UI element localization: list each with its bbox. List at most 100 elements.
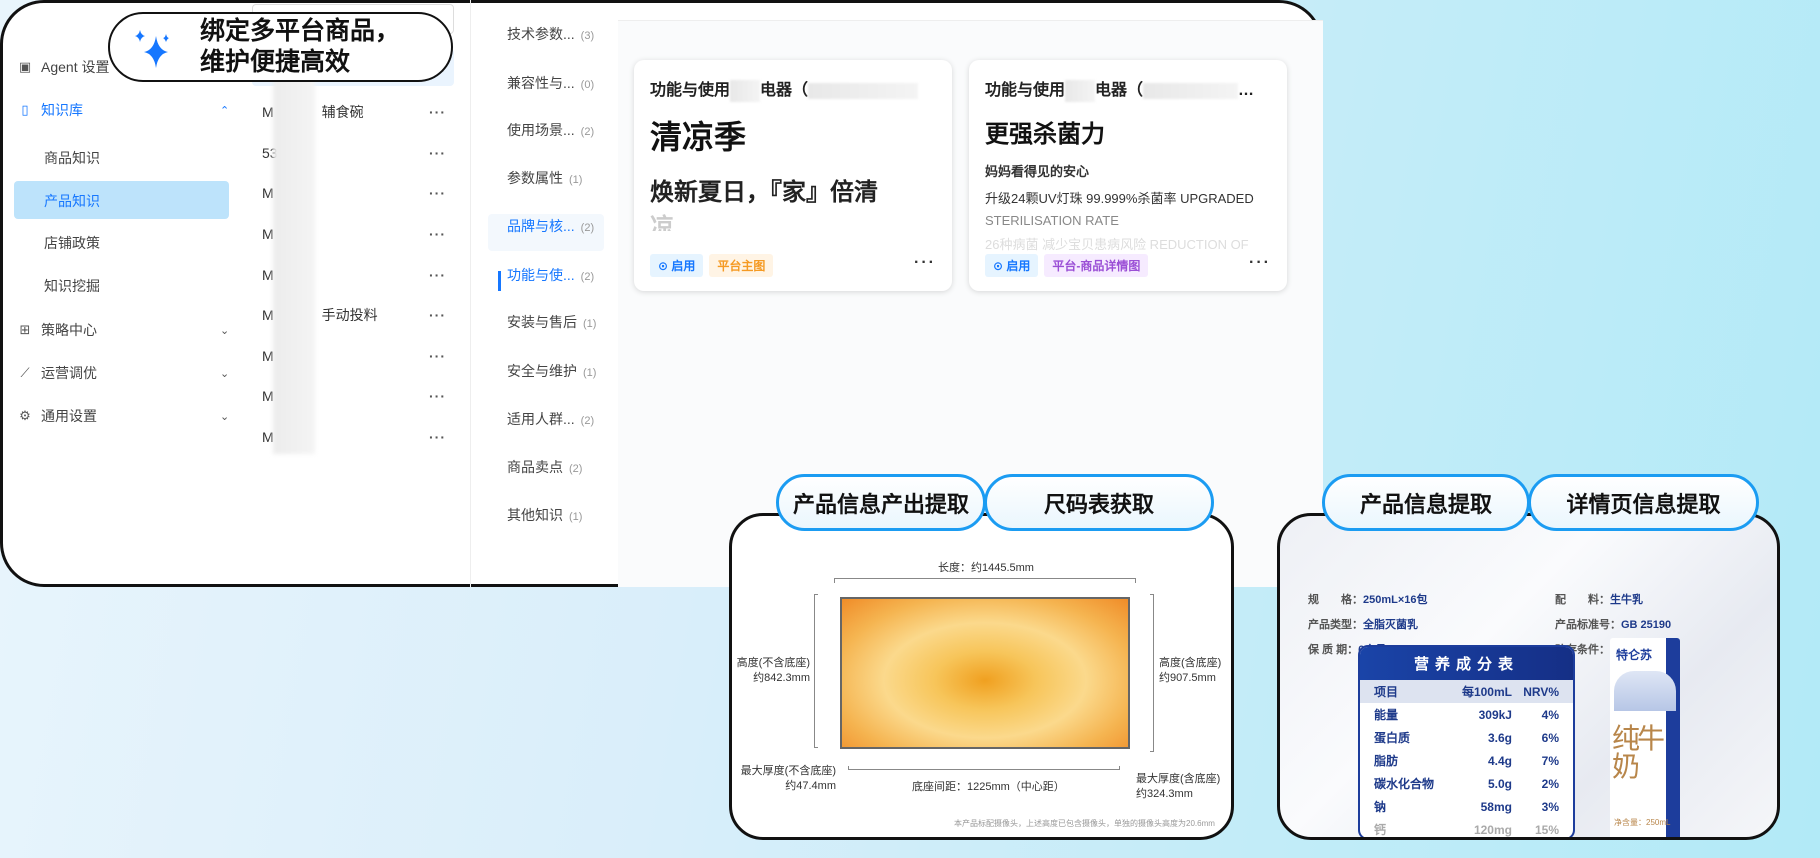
category-count: (2) <box>580 271 595 283</box>
group-name: M <box>262 429 274 445</box>
sparkle-icon <box>135 30 169 68</box>
category-label: 使用场景... <box>507 122 575 138</box>
more-icon[interactable]: ··· <box>429 104 446 120</box>
category-item[interactable]: 功能与使... (2) <box>507 265 594 285</box>
category-item[interactable]: 技术参数... (3) <box>507 24 594 44</box>
category-count: (0) <box>580 79 595 91</box>
category-label: 参数属性 <box>507 170 563 186</box>
category-label: 功能与使... <box>507 267 575 283</box>
category-label: 品牌与核... <box>507 218 575 234</box>
category-count: (2) <box>580 222 595 234</box>
length-label: 长度：约1445.5mm <box>938 562 1034 574</box>
sidebar-label: Agent 设置 <box>41 59 110 75</box>
base-line <box>848 766 1120 770</box>
knowledge-card[interactable]: 功能与使用 电器（… 更强杀菌力 妈妈看得见的安心 升级24颗UV灯珠 99.99… <box>969 60 1287 291</box>
sidebar-label: 通用设置 <box>41 408 97 424</box>
sidebar-item-knowledge-base[interactable]: ▯ 知识库 ⌃ <box>17 95 229 125</box>
gear-icon: ⚙ <box>19 408 31 423</box>
tab-size-chart[interactable]: 尺码表获取 <box>984 474 1214 531</box>
tab-product-info[interactable]: 产品信息提取 <box>1322 474 1530 531</box>
more-icon[interactable]: ··· <box>429 185 446 201</box>
category-item[interactable]: 安全与维护 (1) <box>507 361 596 381</box>
more-icon[interactable]: ··· <box>429 267 446 283</box>
sidebar-item-operations[interactable]: ⟋ 运营调优 ⌄ <box>17 358 229 388</box>
sidebar-label: 知识库 <box>41 102 83 118</box>
sidebar-item-strategy[interactable]: ⊞ 策略中心 ⌄ <box>17 315 230 345</box>
card-line-fade: 26种病菌 减少宝贝患病风险 REDUCTION OF <box>985 236 1249 252</box>
card-line: STERILISATION RATE <box>985 212 1119 228</box>
sidebar-sub-item-knowledge[interactable]: 产品知识 <box>44 191 100 211</box>
knowledge-card[interactable]: 功能与使用 电器（ 清凉季 焕新夏日，『家』倍清 凉 ⊙ 启用 平台主图 ··· <box>634 60 952 291</box>
milk-info-popup: 规 格：250mL×16包 配 料：生牛乳 产品类型：全脂灭菌乳 产品标准号：GB 2… <box>1277 513 1780 840</box>
tab-detail-page-info[interactable]: 详情页信息提取 <box>1528 474 1759 531</box>
height-line <box>814 594 818 748</box>
category-label: 商品卖点 <box>507 459 563 475</box>
category-item[interactable]: 参数属性 (1) <box>507 168 582 188</box>
category-item[interactable]: 安装与售后 (1) <box>507 312 596 332</box>
base-distance-label: 底座间距：1225mm（中心距） <box>912 781 1065 793</box>
group-name: M <box>262 185 274 201</box>
category-count: (2) <box>580 126 595 138</box>
group-name-suffix: 手动投料 <box>321 307 378 323</box>
nutrition-row: 能量 309kJ 4% <box>1374 707 1559 723</box>
category-label: 技术参数... <box>507 26 575 42</box>
more-icon[interactable]: ··· <box>1249 254 1271 272</box>
more-icon[interactable]: ··· <box>914 254 936 272</box>
sidebar-sub-store-policy[interactable]: 店铺政策 <box>44 233 100 253</box>
sidebar-sub-product-knowledge[interactable]: 商品知识 <box>44 148 100 168</box>
sidebar-sub-knowledge-mining[interactable]: 知识挖掘 <box>44 276 100 296</box>
category-item[interactable]: 适用人群... (2) <box>507 409 594 429</box>
card-body: 焕新夏日，『家』倍清 <box>650 178 878 206</box>
chevron-down-icon: ⌄ <box>220 324 230 337</box>
camera-note: 本产品标配摄像头，上述高度已包含摄像头，单独的摄像头高度为20.6mm <box>954 819 1215 828</box>
category-item[interactable]: 使用场景... (2) <box>507 120 594 140</box>
nutrition-table-title: 营养成分表 <box>1360 647 1573 680</box>
book-icon: ▯ <box>21 102 29 117</box>
milk-carton: 特仑苏 纯牛奶 净含量：250mL <box>1610 638 1680 837</box>
card-subheading: 妈妈看得见的安心 <box>985 163 1090 179</box>
size-chart-popup: 长度：约1445.5mm 高度(不含底座) 约842.3mm 高度(含底座) 约90… <box>729 513 1234 840</box>
category-item[interactable]: 兼容性与... (0) <box>507 73 594 93</box>
depth-left-label: 最大厚度(不含底座) <box>740 765 836 777</box>
nutrition-row: 钠 58mg 3% <box>1374 799 1559 815</box>
more-icon[interactable]: ··· <box>429 348 446 364</box>
category-label: 安全与维护 <box>507 363 577 379</box>
category-label: 安装与售后 <box>507 314 577 330</box>
height-line <box>1150 594 1154 752</box>
product-info-row: 产品类型：全脂灭菌乳 <box>1308 619 1418 631</box>
more-icon[interactable]: ··· <box>429 388 446 404</box>
card-line: 升级24颗UV灯珠 99.999%杀菌率 UPGRADED <box>985 190 1254 206</box>
header-cell: NRV% <box>1523 684 1559 699</box>
grid-icon: ⊞ <box>19 322 31 337</box>
card-title-suffix: 电器（ <box>1095 82 1144 99</box>
more-icon[interactable]: ··· <box>429 307 446 323</box>
category-item[interactable]: 品牌与核... (2) <box>507 216 594 236</box>
banner-line-1: 绑定多平台商品， <box>200 17 401 45</box>
active-category-indicator <box>498 271 501 291</box>
category-item[interactable]: 其他知识 (1) <box>507 505 582 525</box>
volume-label: 净含量：250mL <box>1614 818 1671 827</box>
height-left-label: 高度(不含底座) <box>736 657 810 669</box>
category-count: (3) <box>580 30 595 42</box>
status-badge: ⊙ 启用 <box>985 254 1039 277</box>
source-badge: 平台主图 <box>709 254 774 277</box>
more-icon[interactable]: ··· <box>429 226 446 242</box>
tv-image <box>840 597 1130 749</box>
robot-icon: ▣ <box>18 59 32 74</box>
group-name: M <box>262 388 274 404</box>
more-icon[interactable]: ··· <box>429 429 446 445</box>
chevron-up-icon: ⌃ <box>220 104 230 117</box>
category-label: 兼容性与... <box>507 75 575 91</box>
category-item[interactable]: 商品卖点 (2) <box>507 457 582 477</box>
category-label: 其他知识 <box>507 507 563 523</box>
feature-banner: 绑定多平台商品， 维护便捷高效 <box>108 12 453 82</box>
banner-line-2: 维护便捷高效 <box>200 48 351 76</box>
category-count: (1) <box>569 511 583 523</box>
group-name: M <box>262 348 274 364</box>
tab-product-info-output[interactable]: 产品信息产出提取 <box>776 474 986 531</box>
group-name: M <box>262 267 274 283</box>
more-icon[interactable]: ··· <box>429 145 446 161</box>
sidebar-item-general-settings[interactable]: ⚙ 通用设置 ⌄ <box>17 401 229 431</box>
source-badge: 平台-商品详情图 <box>1044 254 1149 277</box>
chart-icon: ⟋ <box>20 365 30 380</box>
